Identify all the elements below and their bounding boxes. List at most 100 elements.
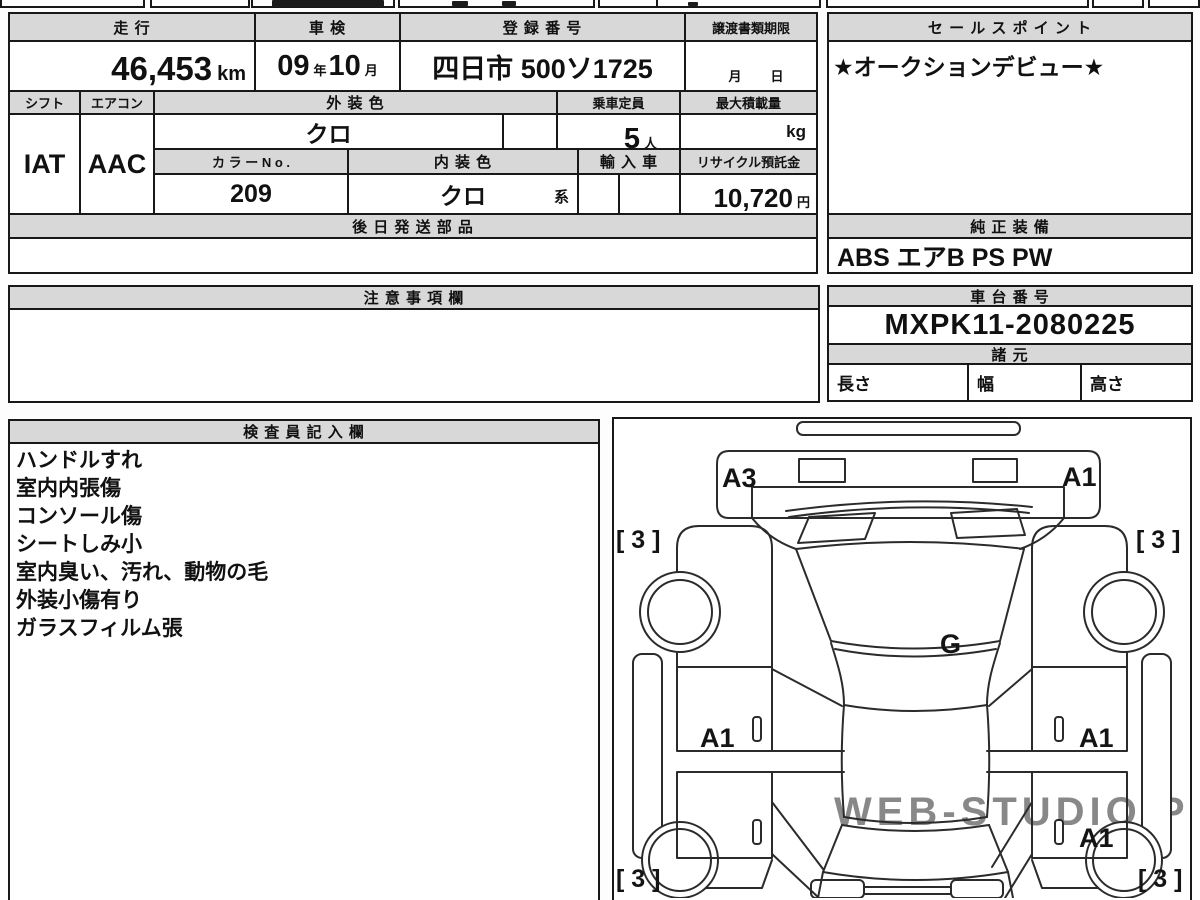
sales-point-header-cell: セ ー ル ス ポ イ ン ト [827, 12, 1193, 42]
inspection-value-cell: 09 年 10 月 [254, 40, 401, 92]
payload-unit: kg [786, 121, 806, 141]
cropped-cell [1092, 0, 1144, 8]
caution-header: 注 意 事 項 欄 [363, 290, 465, 307]
recycle-value-cell: 10,720 円 [679, 173, 818, 215]
spec-width-label: 幅 [977, 375, 994, 394]
cropped-text-fragment [502, 1, 516, 6]
color-no-header-cell: カ ラ ー N o . [153, 148, 349, 175]
damage-mark-front-right: A1 [1062, 462, 1097, 492]
sales-point-body-cell: ★オークションデビュー★ [827, 40, 1193, 215]
tire-mark-rear-left: [ 3 ] [616, 865, 660, 893]
inspector-note: 室内臭い、汚れ、動物の毛 [16, 561, 269, 584]
damage-mark-door-right-front: A1 [1079, 723, 1114, 753]
inspector-table: 検 査 員 記 入 欄 ハンドルすれ 室内内張傷 コンソール傷 シートしみ小 室… [8, 419, 600, 900]
registration-header: 登 録 番 号 [502, 19, 583, 37]
auction-sheet: 走 行 車 検 登 録 番 号 譲渡書類期限 46,453 km 09 年 10… [0, 0, 1200, 900]
spec-length-label: 長さ [837, 375, 871, 394]
sales-point-header: セ ー ル ス ポ イ ン ト [927, 19, 1093, 37]
registration-value-cell: 四日市 500ソ1725 [399, 40, 686, 92]
rear-hatch [810, 824, 1014, 898]
exterior-color-value: クロ [305, 120, 352, 147]
aircon-value: AAC [87, 148, 147, 179]
import-header: 輸 入 車 [599, 154, 659, 171]
cropped-cell [398, 0, 595, 8]
capacity-value: 5 [623, 123, 640, 150]
month-unit: 月 [364, 63, 378, 78]
shift-header-cell: シフト [8, 90, 81, 115]
interior-color-value-cell: クロ 系 [347, 173, 579, 215]
shift-header: シフト [24, 96, 64, 111]
doors [676, 666, 1128, 898]
recycle-header-cell: リサイクル預託金 [679, 148, 818, 175]
shift-value-cell: IAT [8, 113, 81, 215]
car-diagram-panel: WEB-STUDIO.PRO [612, 417, 1192, 900]
cropped-cell [150, 0, 250, 8]
tire-mark-front-right: [ 3 ] [1136, 526, 1180, 554]
inspector-note: ハンドルすれ [16, 449, 142, 472]
equipment-value: ABS エアB PS PW [837, 243, 1053, 272]
chassis-value-cell: MXPK11-2080225 [827, 305, 1193, 345]
windshield [795, 541, 1025, 658]
capacity-header: 乗車定員 [592, 96, 645, 111]
registration-header-cell: 登 録 番 号 [399, 12, 686, 42]
chassis-number: MXPK11-2080225 [884, 308, 1136, 341]
cropped-text-fragment [688, 2, 698, 6]
interior-color-header: 内 装 色 [433, 154, 493, 171]
tire-mark-front-left: [ 3 ] [616, 526, 660, 554]
aircon-value-cell: AAC [79, 113, 155, 215]
recycle-unit: 円 [796, 195, 810, 210]
wiper-right [950, 508, 1026, 539]
cropped-cell [656, 0, 821, 8]
payload-header-cell: 最大積載量 [679, 90, 818, 115]
front-bumper [796, 421, 1021, 436]
headlight-left [798, 458, 846, 483]
payload-header: 最大積載量 [715, 96, 781, 111]
chassis-header-cell: 車 台 番 号 [827, 285, 1193, 307]
spec-width-cell: 幅 [967, 363, 1082, 402]
later-parts-value-cell [8, 237, 818, 274]
chassis-header: 車 台 番 号 [970, 288, 1050, 306]
deadline-header-cell: 譲渡書類期限 [684, 12, 818, 42]
equipment-header: 純 正 装 備 [970, 218, 1050, 236]
capacity-header-cell: 乗車定員 [556, 90, 681, 115]
damage-mark-door-right-rear: A1 [1079, 823, 1114, 853]
door-handle-right-front [1054, 716, 1064, 742]
caution-body-cell [8, 308, 820, 403]
registration-value: 四日市 500ソ1725 [432, 53, 653, 84]
interior-color-suffix: 系 [553, 189, 569, 206]
headlight-right [972, 458, 1018, 483]
aircon-header: エアコン [90, 96, 143, 111]
payload-value-cell: kg [679, 113, 818, 150]
inspector-note: 外装小傷有り [16, 589, 142, 612]
spec-height-label: 高さ [1090, 375, 1124, 394]
color-no-header: カ ラ ー N o . [211, 155, 290, 170]
cropped-cell [0, 0, 145, 8]
rear-bumper-right [950, 879, 1004, 898]
spec-length-cell: 長さ [827, 363, 969, 402]
recycle-value: 10,720 [713, 183, 793, 213]
front-panel [716, 450, 1101, 550]
inspector-notes-body: ハンドルすれ 室内内張傷 コンソール傷 シートしみ小 室内臭い、汚れ、動物の毛 … [8, 442, 600, 900]
inspection-month: 10 [328, 50, 361, 82]
shift-value: IAT [23, 148, 66, 179]
equipment-header-cell: 純 正 装 備 [827, 213, 1193, 239]
car-damage-diagram: WEB-STUDIO.PRO [616, 421, 1190, 898]
spec-height-cell: 高さ [1080, 363, 1193, 402]
cropped-cell [598, 0, 658, 8]
mileage-header-cell: 走 行 [8, 12, 256, 42]
later-parts-header-cell: 後 日 発 送 部 品 [8, 213, 818, 239]
import-header-cell: 輸 入 車 [577, 148, 681, 175]
import-value-cell-2 [618, 173, 681, 215]
sales-point-text: ★オークションデビュー★ [833, 54, 1105, 80]
aircon-header-cell: エアコン [79, 90, 155, 115]
inspector-note: ガラスフィルム張 [16, 617, 183, 640]
caution-table: 注 意 事 項 欄 [8, 285, 820, 403]
exterior-color-header: 外 装 色 [326, 95, 385, 112]
inspection-header: 車 検 [308, 19, 347, 37]
inspector-note: コンソール傷 [16, 505, 142, 528]
tire-mark-rear-right: [ 3 ] [1138, 865, 1182, 893]
import-value-cell-1 [577, 173, 620, 215]
inspector-note: 室内内張傷 [16, 477, 121, 500]
vehicle-info-table: 走 行 車 検 登 録 番 号 譲渡書類期限 46,453 km 09 年 10… [8, 12, 820, 274]
damage-mark-front-left: A3 [722, 463, 757, 493]
